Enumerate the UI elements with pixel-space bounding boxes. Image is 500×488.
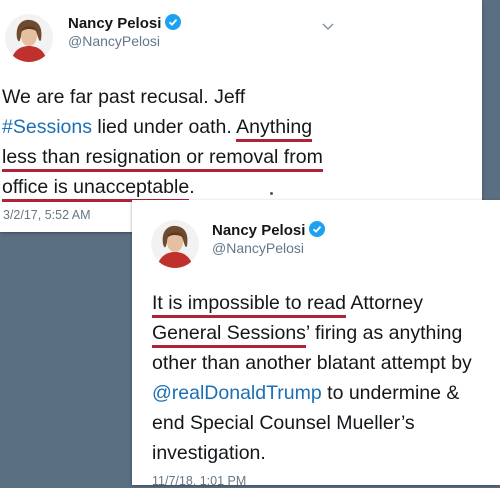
decorative-dot [270, 192, 273, 195]
handle[interactable]: @NancyPelosi [212, 240, 304, 256]
tweet-line: other than another blatant attempt by [152, 352, 472, 374]
handle[interactable]: @NancyPelosi [68, 33, 160, 49]
tweet-line: investigation. [152, 442, 266, 464]
mention-link[interactable]: @realDonaldTrump [152, 382, 322, 404]
timestamp[interactable]: 3/2/17, 5:52 AM [3, 208, 91, 222]
tweet-line: office is unacceptable. [2, 172, 323, 202]
timestamp[interactable]: 11/7/18, 1:01 PM [152, 474, 246, 488]
tweet-line: General Sessions’ firing as anything [152, 318, 472, 348]
display-name[interactable]: Nancy Pelosi [212, 221, 326, 239]
tweet-line: end Special Counsel Mueller’s [152, 412, 415, 434]
avatar[interactable] [151, 220, 199, 268]
verified-badge-icon [309, 221, 326, 237]
tweet-line: We are far past recusal. Jeff [2, 86, 246, 108]
tweet-line: @realDonaldTrump to undermine & [152, 382, 460, 404]
verified-badge-icon [165, 14, 182, 30]
tweet-line: less than resignation or removal from [2, 142, 323, 172]
hashtag-link[interactable]: #Sessions [2, 116, 92, 138]
tweet-text: It is impossible to read Attorney Genera… [152, 288, 472, 468]
tweet-line: #Sessions lied under oath. Anything [2, 112, 323, 142]
tweet-text: We are far past recusal. Jeff #Sessions … [2, 82, 323, 202]
chevron-down-icon[interactable] [322, 20, 334, 34]
tweet-card-1: Nancy Pelosi @NancyPelosi We are far pas… [0, 0, 482, 232]
display-name[interactable]: Nancy Pelosi [68, 14, 182, 32]
tweet-line: It is impossible to read Attorney [152, 288, 472, 318]
tweet-card-2: Nancy Pelosi @NancyPelosi It is impossib… [132, 200, 500, 488]
avatar[interactable] [5, 14, 53, 62]
